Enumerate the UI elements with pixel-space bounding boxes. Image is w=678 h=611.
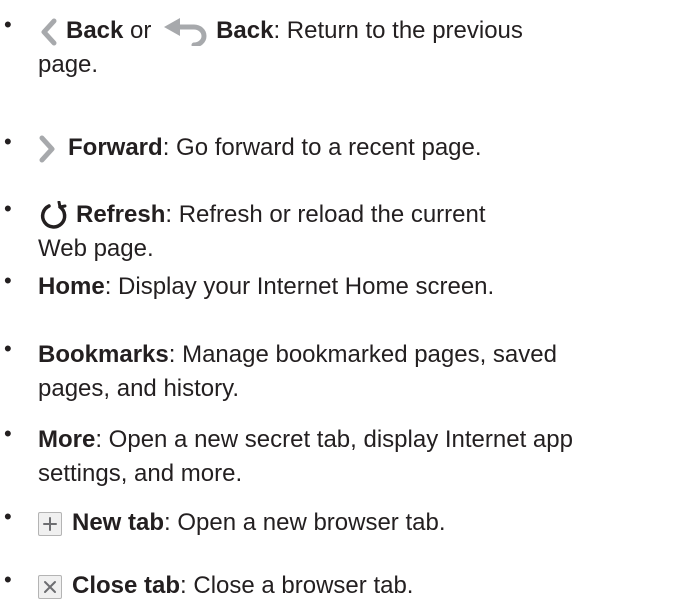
item-text: Close tab: Close a browser tab.	[38, 569, 674, 603]
item-text: More: Open a new secret tab, display Int…	[38, 423, 674, 457]
item-term: Bookmarks	[38, 341, 169, 368]
item-text: Back or Back: Return to the previous	[38, 14, 674, 48]
item-description-continued: settings, and more.	[38, 460, 243, 487]
bullet: •	[4, 268, 12, 293]
item-description: : Open a new secret tab, display Interne…	[95, 426, 573, 453]
item-text: Home: Display your Internet Home screen.	[38, 270, 674, 304]
item-text: Forward: Go forward to a recent page.	[38, 131, 674, 165]
item-description: : Refresh or reload the current	[165, 201, 486, 228]
plus-icon	[38, 511, 62, 536]
refresh-icon	[38, 200, 68, 231]
item-description: : Display your Internet Home screen.	[104, 273, 495, 300]
item-description-continued: pages, and history.	[38, 375, 240, 402]
item-description-continued: Web page.	[38, 235, 154, 262]
item-term-2: Back	[216, 17, 274, 44]
item-description: : Go forward to a recent page.	[162, 134, 482, 161]
item-term: Back	[66, 17, 124, 44]
bullet: •	[4, 336, 12, 361]
bullet: •	[4, 196, 12, 221]
item-text: New tab: Open a new browser tab.	[38, 506, 674, 540]
item-term: Close tab	[72, 572, 181, 599]
chevron-right-icon	[38, 135, 56, 163]
bullet: •	[4, 567, 12, 592]
item-text: Bookmarks: Manage bookmarked pages, save…	[38, 338, 674, 372]
item-text: Refresh: Refresh or reload the current	[38, 198, 674, 232]
bullet: •	[4, 12, 12, 37]
item-description: : Return to the previous	[273, 17, 523, 44]
back-arrow-icon	[160, 17, 210, 46]
bullet: •	[4, 129, 12, 154]
close-icon	[38, 574, 62, 599]
item-description: : Open a new browser tab.	[164, 509, 446, 536]
item-description: : Close a browser tab.	[180, 572, 414, 599]
item-term: More	[38, 426, 96, 453]
item-term: Refresh	[76, 201, 166, 228]
bullet: •	[4, 504, 12, 529]
item-term: Home	[38, 273, 105, 300]
item-term: New tab	[72, 509, 165, 536]
bullet: •	[4, 421, 12, 446]
item-term: Forward	[68, 134, 163, 161]
item-description: : Manage bookmarked pages, saved	[168, 341, 557, 368]
chevron-left-icon	[38, 18, 60, 46]
item-connector: or	[130, 17, 152, 44]
item-description-continued: page.	[38, 51, 99, 78]
